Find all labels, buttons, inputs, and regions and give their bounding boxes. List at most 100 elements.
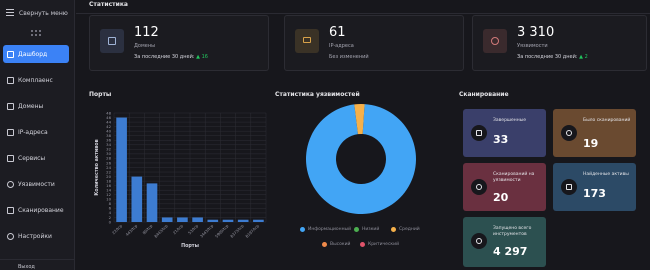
sidebar-item-domains[interactable]: Домены [3,97,69,115]
compliance-icon [7,76,14,84]
y-tick-label: 14 [106,188,111,193]
scan-card-total[interactable]: Было сканирований 19 [553,109,636,157]
logout-button[interactable]: Выход [0,259,74,270]
bar [177,217,188,222]
legend-dot [300,227,305,232]
y-tick-label: 28 [106,156,111,161]
sidebar-item-compliance[interactable]: Комплаенс [3,71,69,89]
scan-card-assets[interactable]: Найденные активы 173 [553,163,636,211]
stat-period: Без изменений [329,54,369,60]
y-tick-label: 40 [106,128,111,133]
y-tick-label: 24 [106,165,111,170]
legend-item-high[interactable]: Высокий [322,242,350,247]
bar [253,219,264,222]
sidebar: Свернуть меню Дашборд Комплаенс Домены I… [0,0,75,270]
scan-icon-circle [471,125,487,141]
folder-icon [7,102,14,110]
y-axis-label: Количество активов [94,139,100,195]
stat-label: Уязвимости [517,43,548,49]
sidebar-item-label: IP-адреса [18,128,48,136]
x-tick-label: 53/tcp [187,223,200,236]
sidebar-item-label: Настройки [18,232,52,240]
sidebar-item-settings[interactable]: Настройки [3,227,69,245]
vulns-donut-svg [306,104,416,214]
scan-card-value: 20 [493,191,509,204]
y-tick-label: 8 [109,201,112,206]
scan-card-title: Запущено всего инструментов [493,226,532,237]
stat-card-ip-addresses[interactable]: 61 IP-адреса Без изменений [284,15,464,71]
sidebar-item-ip-addresses[interactable]: IP-адреса [3,123,69,141]
legend-label: Низкий [362,227,380,232]
scan-icon-circle [561,125,577,141]
bar [116,117,127,222]
scan-icon-circle [471,233,487,249]
scan-card-vuln-scans[interactable]: Сканирований на уязвимости 20 [463,163,546,211]
folder-icon [108,37,116,45]
alert-icon [491,37,499,45]
stat-sub: Без изменений [329,54,369,60]
menu-icon [6,9,15,17]
legend-item-low[interactable]: Низкий [354,227,379,232]
legend-label: Высокий [330,242,351,247]
stat-sub: За последние 30 дней: ▲ 2 [517,54,588,60]
collapse-menu-button[interactable]: Свернуть меню [6,6,72,20]
y-tick-label: 34 [106,142,111,147]
alert-icon [7,180,14,188]
x-tick-label: 8197/tcp [244,223,260,239]
scan-card-value: 173 [583,187,606,200]
sidebar-item-services[interactable]: Сервисы [3,149,69,167]
y-tick-label: 44 [106,119,111,124]
ports-chart-svg: 0246810121416182022242628303234363840424… [94,110,267,249]
sidebar-item-vulnerabilities[interactable]: Уязвимости [3,175,69,193]
y-tick-label: 18 [106,178,111,183]
stat-icon-box [483,29,507,53]
network-icon [7,128,14,136]
legend-item-info[interactable]: Информационный [300,227,351,232]
y-tick-label: 20 [106,174,111,179]
y-tick-label: 48 [106,110,111,115]
x-tick-label: 3443/tcp [199,223,215,239]
scan-icon [7,206,14,214]
bar [192,217,203,222]
scan-card-completed[interactable]: Завершенные 33 [463,109,546,157]
y-tick-label: 4 [109,210,112,215]
stat-label: Домены [134,43,156,49]
legend-label: Информационный [308,227,352,232]
gear-icon [476,238,482,244]
search-icon [566,130,572,136]
sidebar-item-dashboard[interactable]: Дашборд [3,45,69,63]
stat-label: IP-адреса [329,43,354,49]
stat-icon-box [295,29,319,53]
stat-value: 61 [329,25,346,40]
scan-card-value: 33 [493,133,509,146]
y-tick-label: 32 [106,147,111,152]
vulns-chart: Информационный Низкий Средний Высокий Кр… [272,89,452,267]
sidebar-item-label: Сервисы [18,154,46,162]
y-tick-label: 30 [106,151,111,156]
y-tick-label: 16 [106,183,111,188]
legend-item-medium[interactable]: Средний [391,227,420,232]
stat-card-domains[interactable]: 112 Домены За последние 30 дней: ▲ 16 [89,15,269,71]
scan-card-title: Завершенные [493,118,527,123]
stat-card-vulnerabilities[interactable]: 3 310 Уязвимости За последние 30 дней: ▲… [472,15,647,71]
grid-icon [31,30,43,36]
stat-value: 112 [134,25,159,40]
y-tick-label: 38 [106,133,111,138]
legend-item-critical[interactable]: Критический [360,242,399,247]
y-tick-label: 26 [106,160,111,165]
sidebar-item-label: Комплаенс [18,76,53,84]
y-tick-label: 12 [106,192,111,197]
scan-card-tools[interactable]: Запущено всего инструментов 4 297 [463,217,546,267]
sidebar-item-label: Уязвимости [18,180,55,188]
stat-delta: 16 [201,54,208,60]
sidebar-item-label: Сканирование [18,206,64,214]
stat-value: 3 310 [517,25,555,40]
y-tick-label: 0 [109,219,112,224]
stat-period: За последние 30 дней: [134,54,195,60]
scan-icon-circle [561,179,577,195]
stat-delta: 2 [584,54,588,60]
legend-dot [322,242,327,247]
x-tick-label: 5900/tcp [214,223,230,239]
sidebar-item-scanning[interactable]: Сканирование [3,201,69,219]
scan-card-title: Сканирований на уязвимости [493,172,535,183]
